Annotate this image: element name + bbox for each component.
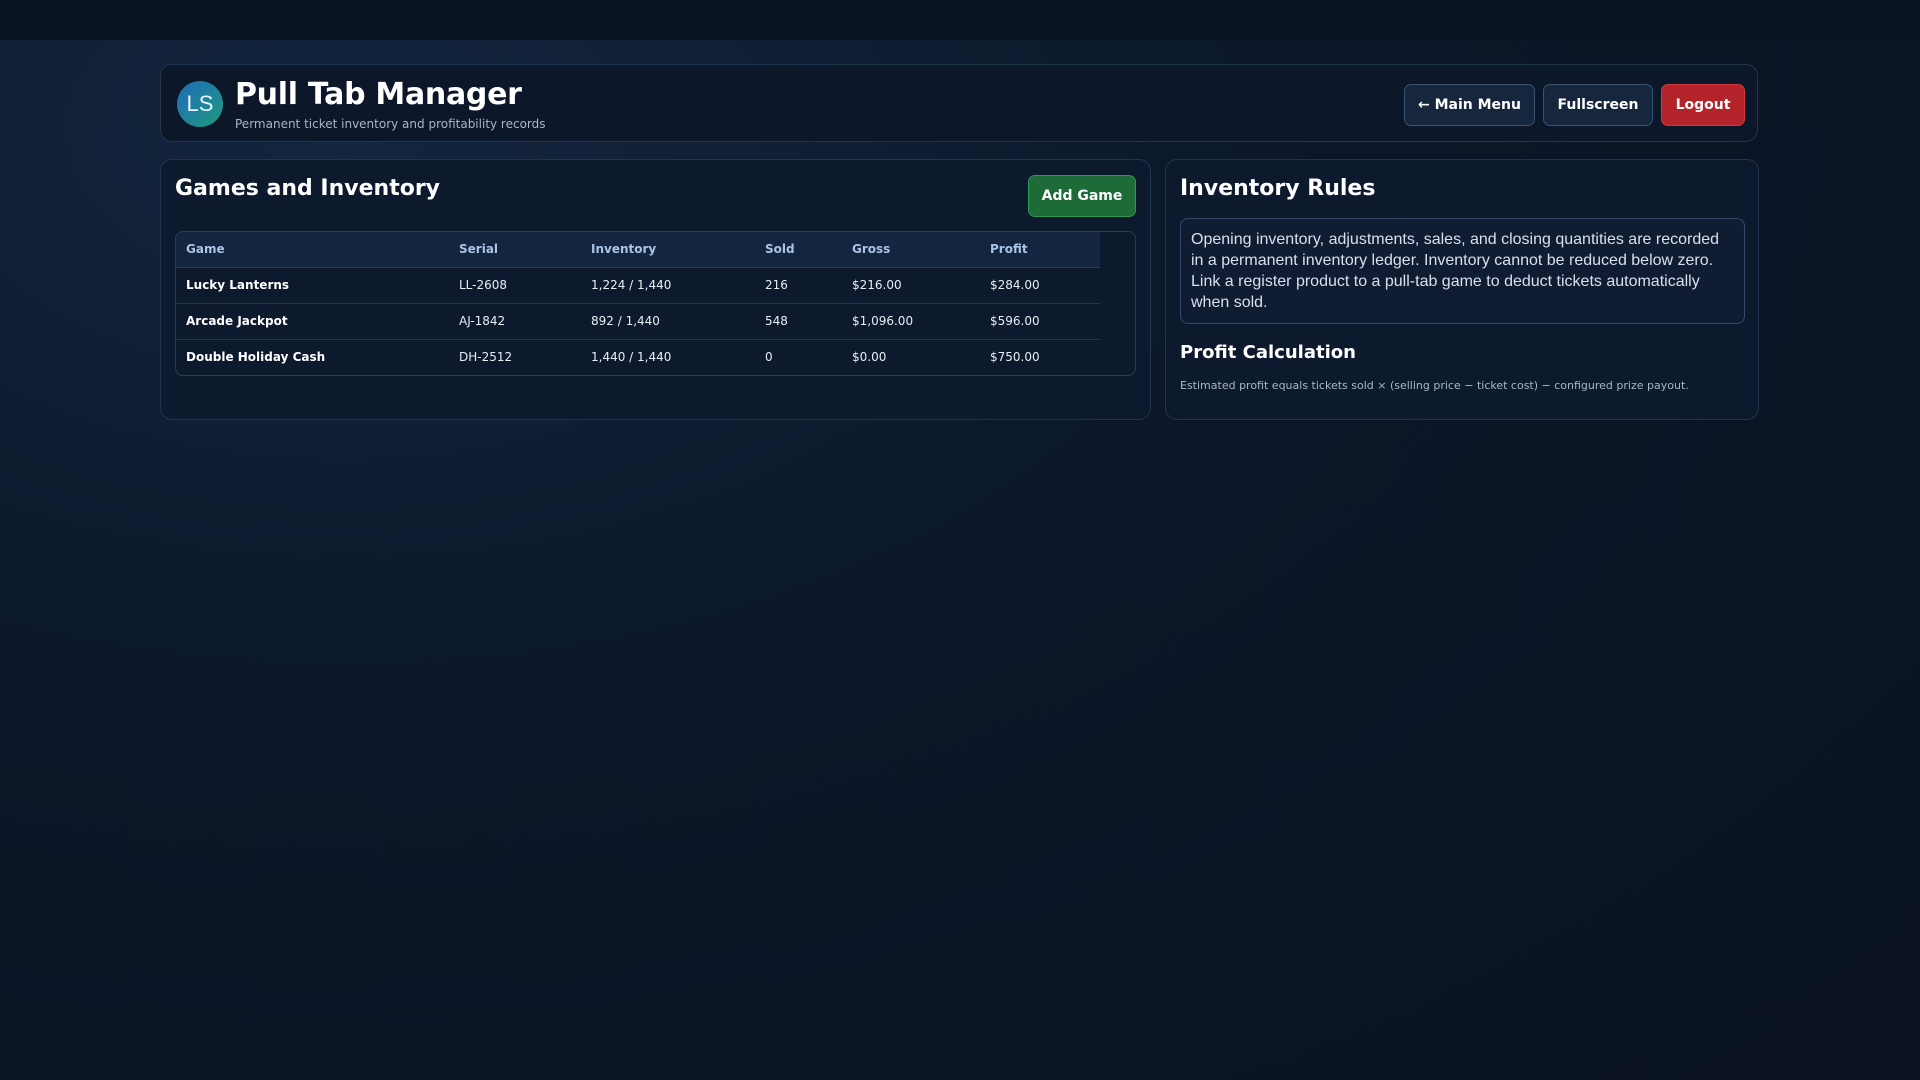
column-header-sold[interactable]: Sold [755, 232, 842, 268]
profit-calculation-title: Profit Calculation [1180, 342, 1356, 363]
add-game-button[interactable]: Add Game [1028, 175, 1136, 217]
game-inventory: 1,440 / 1,440 [581, 338, 755, 375]
table-header-row: Game Serial Inventory Sold Gross Profit [176, 232, 1100, 268]
game-serial: DH-2512 [449, 338, 581, 375]
game-name: Arcade Jackpot [176, 302, 449, 339]
game-inventory: 892 / 1,440 [581, 302, 755, 339]
game-profit: $596.00 [980, 302, 1100, 339]
rules-panel: Inventory Rules Opening inventory, adjus… [1165, 159, 1759, 420]
table-row[interactable]: Lucky Lanterns LL-2608 1,224 / 1,440 216… [176, 267, 1100, 303]
column-header-profit[interactable]: Profit [980, 232, 1100, 268]
game-sold: 0 [755, 338, 842, 375]
fullscreen-button[interactable]: Fullscreen [1543, 84, 1653, 126]
game-serial: AJ-1842 [449, 302, 581, 339]
game-gross: $0.00 [842, 338, 980, 375]
user-avatar[interactable]: LS [177, 81, 223, 127]
game-serial: LL-2608 [459, 278, 508, 292]
app-subtitle: Permanent ticket inventory and profitabi… [235, 117, 546, 131]
game-name: Lucky Lanterns [186, 278, 290, 292]
game-name: Double Holiday Cash [176, 338, 449, 375]
app-header: LS Pull Tab Manager Permanent ticket inv… [160, 64, 1758, 142]
rules-title: Inventory Rules [1180, 176, 1376, 201]
table-row[interactable]: Arcade Jackpot AJ-1842 892 / 1,440 548 $… [176, 302, 1100, 339]
game-inventory: 1,224 / 1,440 [591, 278, 672, 292]
games-title: Games and Inventory [175, 176, 441, 201]
column-header-game[interactable]: Game [176, 232, 449, 268]
games-table: Game Serial Inventory Sold Gross Profit … [176, 232, 1100, 375]
game-gross: $216.00 [852, 278, 902, 292]
column-header-gross[interactable]: Gross [842, 232, 980, 268]
rules-description: Opening inventory, adjustments, sales, a… [1180, 218, 1745, 324]
game-profit: $284.00 [990, 278, 1040, 292]
logout-button[interactable]: Logout [1661, 84, 1745, 126]
table-row[interactable]: Double Holiday Cash DH-2512 1,440 / 1,44… [176, 338, 1100, 375]
game-sold: 548 [755, 302, 842, 339]
profit-calculation-text: Estimated profit equals tickets sold × (… [1180, 379, 1689, 392]
games-panel: Games and Inventory Add Game Game Serial… [160, 159, 1151, 420]
column-header-serial[interactable]: Serial [449, 232, 581, 268]
games-table-container: Game Serial Inventory Sold Gross Profit … [175, 231, 1136, 376]
game-gross: $1,096.00 [842, 302, 980, 339]
top-bar [0, 0, 1920, 40]
game-sold: 216 [765, 278, 788, 292]
game-profit: $750.00 [980, 338, 1100, 375]
app-title: Pull Tab Manager [235, 77, 522, 112]
main-menu-button[interactable]: ← Main Menu [1404, 84, 1535, 126]
column-header-inventory[interactable]: Inventory [581, 232, 755, 268]
